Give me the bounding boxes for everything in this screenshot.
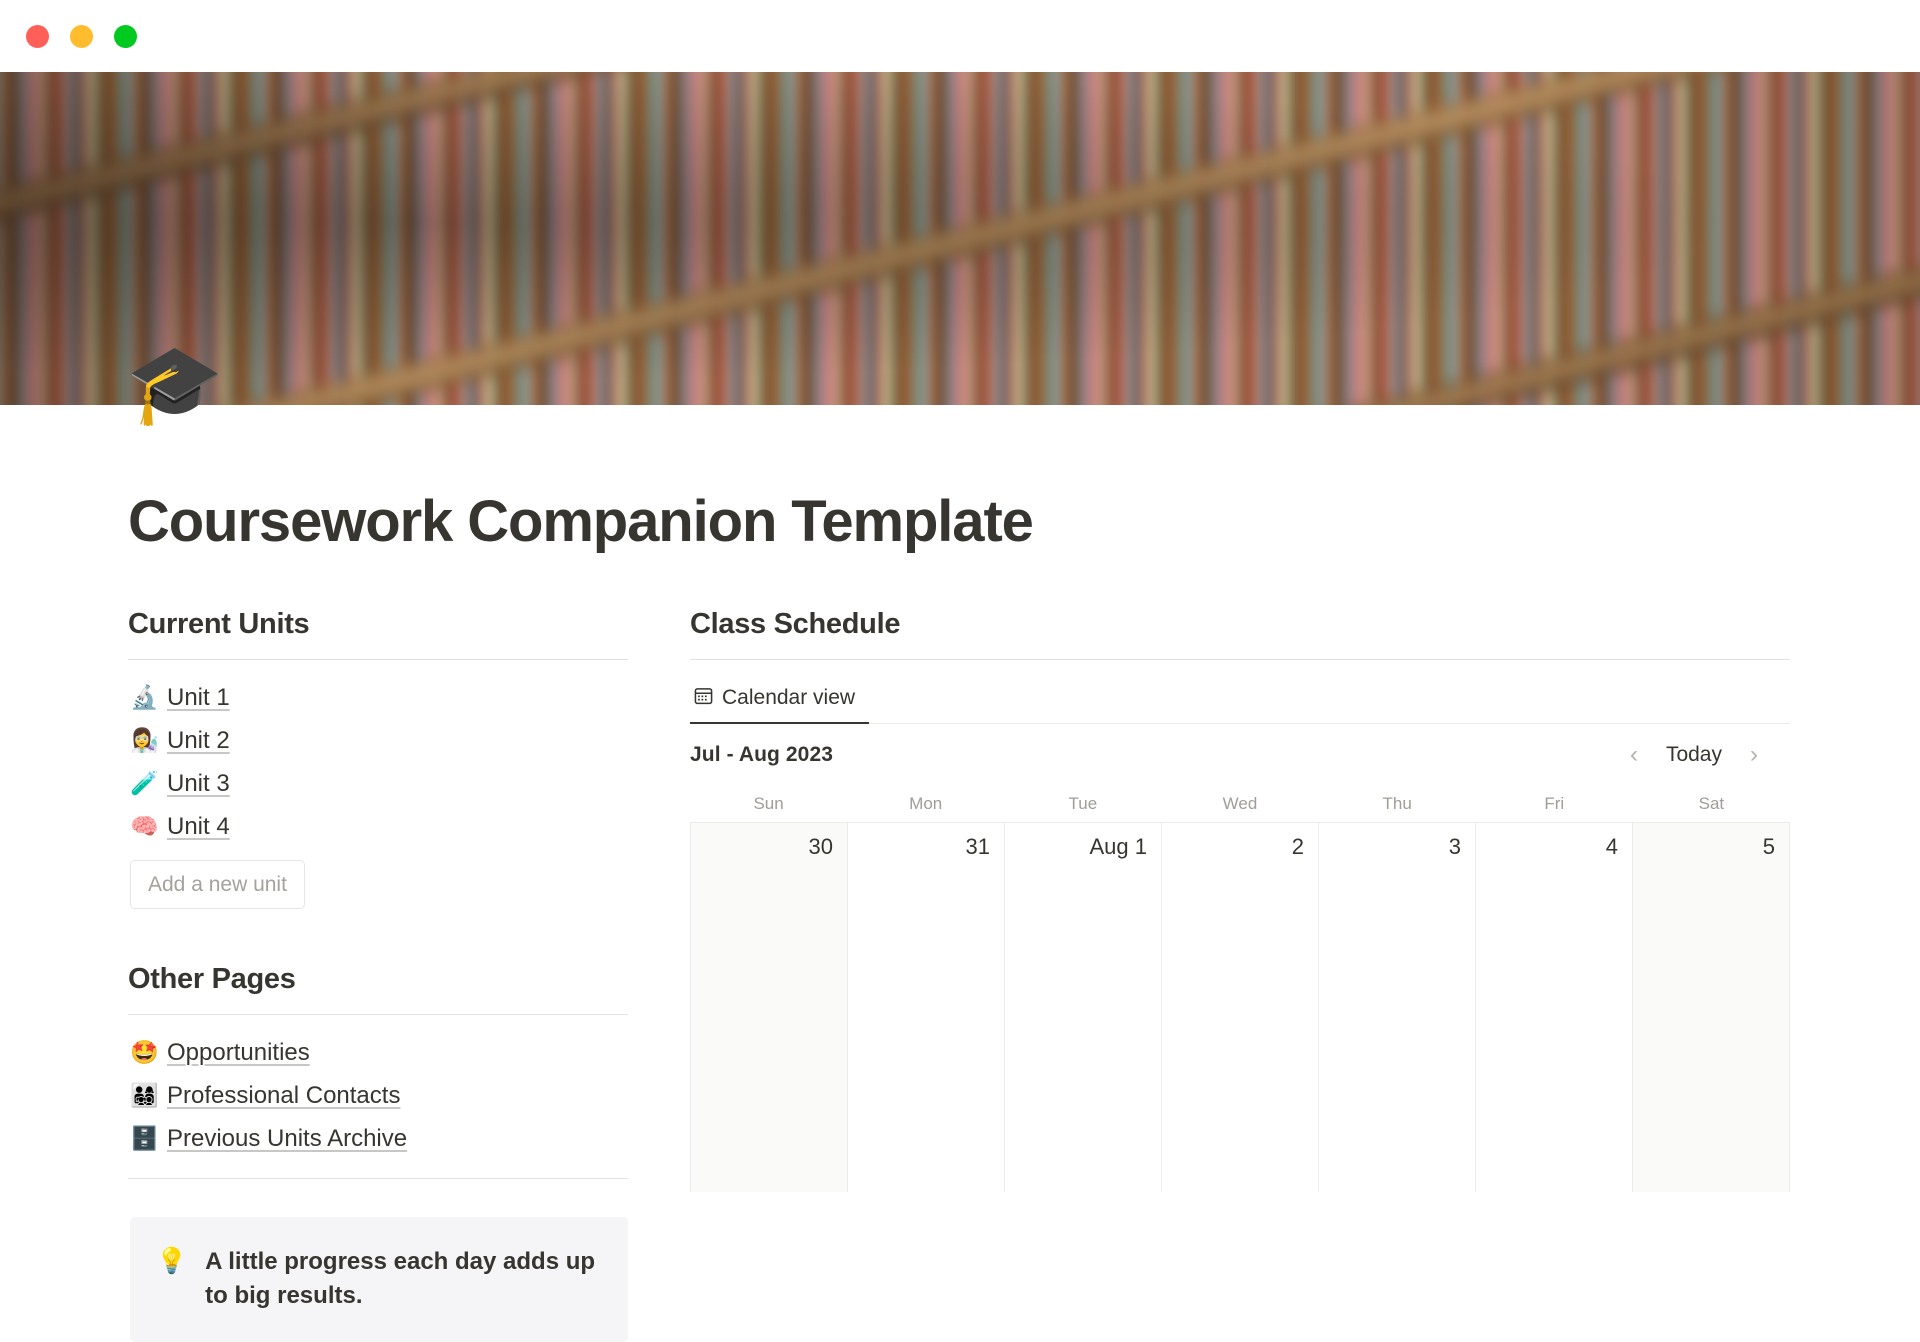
calendar-day-number: Aug 1 (1089, 834, 1148, 860)
today-button[interactable]: Today (1666, 743, 1722, 767)
window-titlebar (0, 0, 1920, 72)
weekday-label: Thu (1382, 794, 1412, 814)
left-column: Current Units 🔬 Unit 1 👩‍🔬 Unit 2 🧪 Unit… (128, 606, 628, 1342)
family-icon: 👨‍👩‍👧‍👦 (130, 1082, 159, 1109)
calendar-day-number: 4 (1605, 834, 1618, 860)
page-content: Coursework Companion Template Current Un… (0, 405, 1920, 1342)
other-pages-heading: Other Pages (128, 963, 296, 996)
motivation-callout: 💡 A little progress each day adds up to … (130, 1217, 628, 1342)
other-page-link-label: Previous Units Archive (167, 1124, 408, 1152)
database-view-tabs: Calendar view (690, 676, 1790, 725)
callout-text: A little progress each day adds up to bi… (205, 1248, 596, 1309)
divider (128, 1014, 628, 1016)
calendar-navigation: ‹ Today › (1624, 739, 1764, 771)
unit-link-4[interactable]: 🧠 Unit 4 (128, 805, 628, 848)
unit-link-3[interactable]: 🧪 Unit 3 (128, 762, 628, 805)
calendar-range-label: Jul - Aug 2023 (690, 743, 833, 767)
star-struck-icon: 🤩 (130, 1039, 159, 1066)
calendar-day-cell[interactable]: Aug 1 (1005, 823, 1162, 1193)
tab-calendar-view[interactable]: Calendar view (690, 686, 870, 725)
weekday-label: Sun (753, 794, 784, 814)
minimize-window-button[interactable] (70, 24, 93, 48)
calendar-icon (694, 686, 713, 710)
weekday-label: Fri (1544, 794, 1565, 814)
other-page-link-opportunities[interactable]: 🤩 Opportunities (128, 1031, 628, 1074)
other-page-link-label: Opportunities (167, 1038, 310, 1066)
calendar-day-cell[interactable]: 30 (691, 823, 848, 1193)
calendar-day-cell[interactable]: 4 (1476, 823, 1633, 1193)
calendar-day-number: 30 (808, 834, 833, 860)
other-page-link-label: Professional Contacts (167, 1081, 401, 1109)
weekday-label: Wed (1222, 794, 1258, 814)
divider (128, 659, 628, 661)
calendar-day-number: 2 (1291, 834, 1304, 860)
weekday-label: Mon (909, 794, 943, 814)
two-column-layout: Current Units 🔬 Unit 1 👩‍🔬 Unit 2 🧪 Unit… (0, 606, 1920, 1342)
brain-icon: 🧠 (130, 813, 159, 840)
class-schedule-heading: Class Schedule (690, 607, 901, 640)
other-page-link-previous-units-archive[interactable]: 🗄️ Previous Units Archive (128, 1117, 628, 1160)
unit-link-2[interactable]: 👩‍🔬 Unit 2 (128, 719, 628, 762)
calendar-day-cell[interactable]: 5 (1633, 823, 1790, 1193)
unit-link-label: Unit 4 (167, 812, 230, 840)
calendar-day-number: 31 (965, 834, 990, 860)
unit-link-label: Unit 1 (167, 683, 230, 711)
divider (128, 1178, 628, 1180)
calendar-day-number: 5 (1762, 834, 1775, 860)
tab-label: Calendar view (722, 686, 856, 710)
traffic-lights (26, 24, 137, 48)
page-title: Coursework Companion Template (128, 489, 1034, 554)
light-bulb-icon: 💡 (156, 1247, 188, 1276)
calendar-day-number: 3 (1448, 834, 1461, 860)
unit-link-1[interactable]: 🔬 Unit 1 (128, 676, 628, 719)
microscope-icon: 🔬 (130, 684, 159, 711)
divider (690, 659, 1790, 661)
page-icon-graduation-cap[interactable]: 🎓 (126, 345, 223, 423)
calendar-grid: 30 31 Aug 1 2 3 4 5 (690, 822, 1790, 1193)
next-month-button[interactable]: › (1744, 739, 1764, 771)
unit-link-label: Unit 2 (167, 726, 230, 754)
calendar-toolbar: Jul - Aug 2023 ‹ Today › (690, 724, 1790, 786)
current-units-block: Current Units 🔬 Unit 1 👩‍🔬 Unit 2 🧪 Unit… (128, 606, 628, 910)
calendar-weekday-header: Sun Mon Tue Wed Thu Fri Sat (690, 786, 1790, 822)
maximize-window-button[interactable] (114, 24, 137, 48)
add-new-unit-button[interactable]: Add a new unit (130, 860, 305, 910)
scientist-icon: 👩‍🔬 (130, 727, 159, 754)
weekday-label: Sat (1698, 794, 1725, 814)
other-pages-block: Other Pages 🤩 Opportunities 👨‍👩‍👧‍👦 Prof… (128, 961, 628, 1180)
current-units-heading: Current Units (128, 607, 310, 640)
file-cabinet-icon: 🗄️ (130, 1125, 159, 1152)
other-page-link-professional-contacts[interactable]: 👨‍👩‍👧‍👦 Professional Contacts (128, 1074, 628, 1117)
test-tube-icon: 🧪 (130, 770, 159, 797)
calendar-day-cell[interactable]: 31 (848, 823, 1005, 1193)
right-column: Class Schedule Calendar view Jul - Aug 2… (690, 606, 1790, 1342)
calendar-day-cell[interactable]: 2 (1162, 823, 1319, 1193)
unit-link-label: Unit 3 (167, 769, 230, 797)
weekday-label: Tue (1068, 794, 1098, 814)
previous-month-button[interactable]: ‹ (1624, 739, 1644, 771)
close-window-button[interactable] (26, 24, 49, 48)
cover-vignette (0, 72, 1920, 405)
page-cover-image[interactable] (0, 72, 1920, 405)
calendar-day-cell[interactable]: 3 (1319, 823, 1476, 1193)
